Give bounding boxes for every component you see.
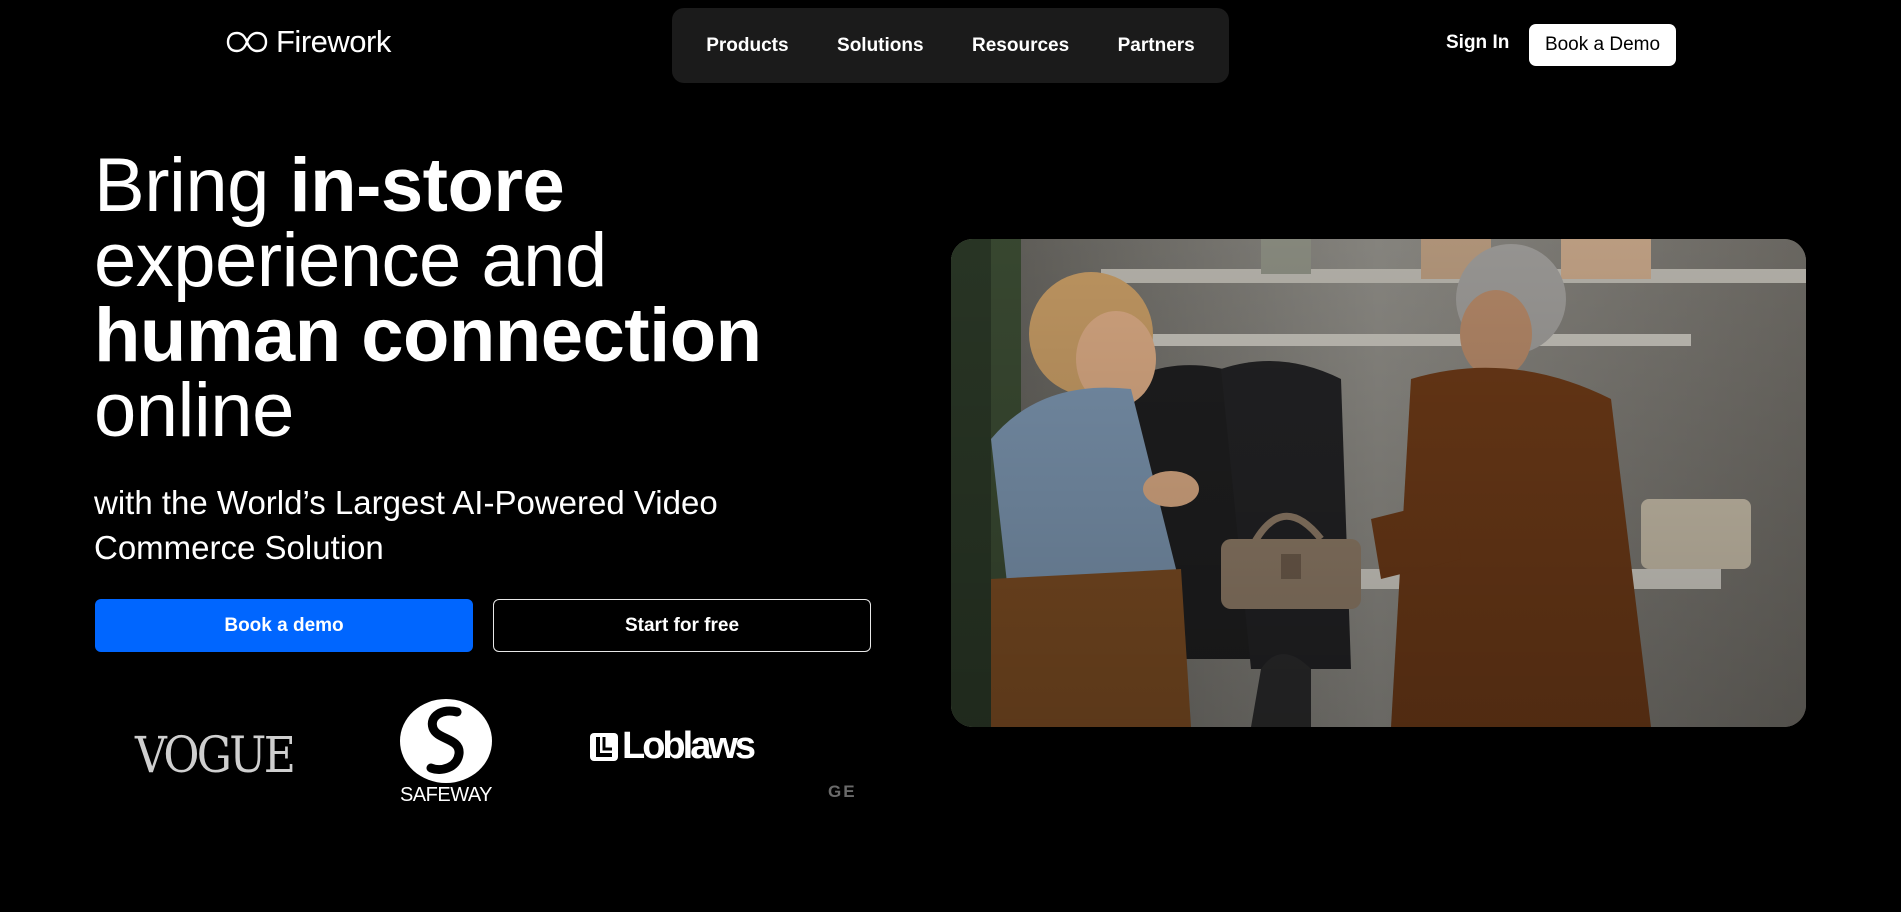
book-a-demo-button[interactable]: Book a Demo	[1529, 24, 1676, 66]
start-free-cta-button[interactable]: Start for free	[493, 599, 871, 652]
nav-item-resources[interactable]: Resources	[972, 35, 1069, 57]
hero-image	[951, 239, 1806, 727]
hero-headline: Bring in-store experience and human conn…	[94, 148, 762, 449]
firework-logo[interactable]: Firework	[226, 24, 391, 60]
nav-item-solutions[interactable]: Solutions	[837, 35, 924, 57]
main-nav: Products Solutions Resources Partners	[672, 8, 1229, 83]
store-scene-illustration	[951, 239, 1806, 727]
vogue-logo: VOGUE	[135, 726, 296, 784]
loblaws-logo: Loblaws	[590, 725, 756, 768]
safeway-s-icon	[400, 699, 492, 783]
infinity-loop-icon	[226, 31, 268, 53]
headline-part-1: Bring	[94, 143, 290, 228]
loblaws-mark-icon	[590, 732, 618, 761]
customer-logos: VOGUE SAFEWAY Loblaws GE	[95, 690, 871, 820]
safeway-logo: SAFEWAY	[395, 698, 497, 807]
headline-part-3: experience and	[94, 218, 607, 303]
loblaws-wordmark: Loblaws	[622, 725, 756, 767]
partial-logo: GE	[828, 782, 857, 801]
nav-item-products[interactable]: Products	[706, 35, 788, 57]
headline-part-5: online	[94, 368, 294, 453]
headline-part-4: human connection	[94, 293, 762, 378]
book-demo-cta-button[interactable]: Book a demo	[95, 599, 473, 652]
headline-part-2: in-store	[289, 143, 565, 228]
nav-item-partners[interactable]: Partners	[1118, 35, 1195, 57]
safeway-wordmark: SAFEWAY	[399, 784, 493, 806]
hero-subhead: with the World’s Largest AI-Powered Vide…	[94, 484, 718, 566]
sign-in-link[interactable]: Sign In	[1446, 32, 1509, 54]
brand-name: Firework	[276, 24, 391, 59]
